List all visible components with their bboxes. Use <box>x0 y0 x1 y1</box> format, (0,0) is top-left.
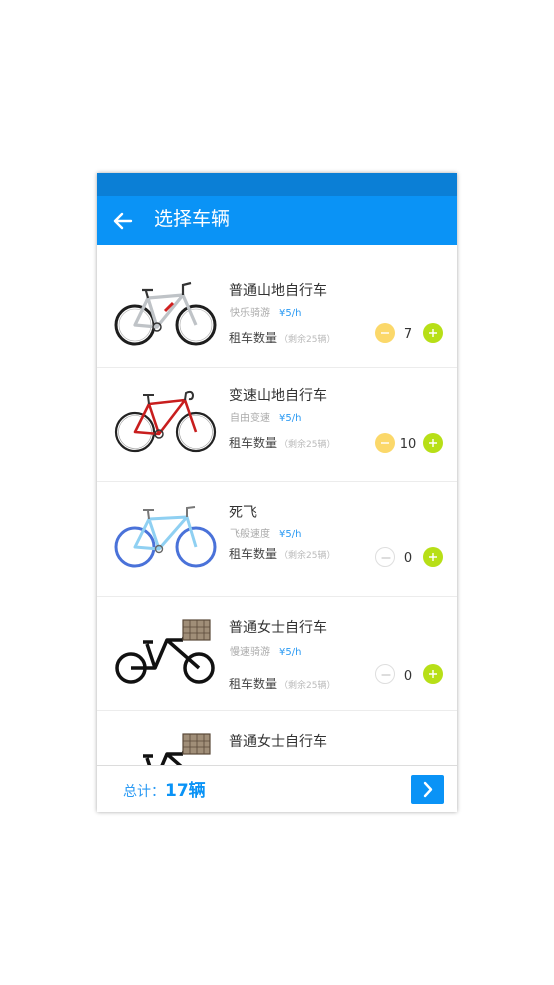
increase-button[interactable] <box>423 547 443 567</box>
vehicle-tagline: 自由变速 ¥5/h <box>230 413 301 425</box>
total-label: 总计： <box>123 784 165 800</box>
vehicle-tag: 快乐骑游 <box>230 308 270 319</box>
phone-frame: 选择车辆 普通山地自行车 快乐骑游 ¥5/h 租车数量 （剩余25辆） 7 变速… <box>97 173 457 812</box>
vehicle-item[interactable]: 普通山地自行车 快乐骑游 ¥5/h 租车数量 （剩余25辆） 7 <box>97 245 457 368</box>
minus-icon <box>381 442 389 444</box>
plus-icon <box>429 553 437 561</box>
quantity-value: 10 <box>399 437 417 452</box>
back-button[interactable] <box>111 209 135 233</box>
chevron-right-icon <box>423 781 433 798</box>
vehicle-list[interactable]: 普通山地自行车 快乐骑游 ¥5/h 租车数量 （剩余25辆） 7 变速山地自行车… <box>97 245 457 765</box>
plus-icon <box>429 329 437 337</box>
footer-bar: 总计：17辆 <box>97 765 457 812</box>
decrease-button[interactable] <box>375 547 395 567</box>
vehicle-tagline: 飞般速度 ¥5/h <box>230 529 301 541</box>
vehicle-price: ¥5/h <box>279 529 302 540</box>
arrow-left-icon <box>113 212 133 230</box>
quantity-value: 7 <box>403 327 413 342</box>
vehicle-tag: 自由变速 <box>230 413 270 424</box>
total-summary: 总计：17辆 <box>123 778 206 805</box>
bike-image <box>113 378 218 464</box>
total-count: 17辆 <box>165 781 206 801</box>
vehicle-name: 普通女士自行车 <box>229 734 327 750</box>
bike-image <box>113 724 218 765</box>
next-button[interactable] <box>411 775 444 804</box>
rental-quantity-label: 租车数量 （剩余25辆） <box>229 331 335 347</box>
app-bar: 选择车辆 <box>97 196 457 245</box>
quantity-value: 0 <box>403 669 413 684</box>
quantity-value: 0 <box>403 551 413 566</box>
quantity-label: 租车数量 <box>229 436 278 450</box>
remaining-stock: （剩余25辆） <box>279 681 336 691</box>
vehicle-item[interactable]: 死飞 飞般速度 ¥5/h 租车数量 （剩余25辆） 0 <box>97 482 457 597</box>
vehicle-name: 普通山地自行车 <box>229 283 327 299</box>
increase-button[interactable] <box>423 664 443 684</box>
vehicle-tag: 飞般速度 <box>230 529 270 540</box>
rental-quantity-label: 租车数量 （剩余25辆） <box>229 677 335 693</box>
increase-button[interactable] <box>423 433 443 453</box>
plus-icon <box>429 670 437 678</box>
vehicle-item[interactable]: 普通女士自行车 <box>97 711 457 765</box>
minus-icon <box>381 332 389 334</box>
bike-image <box>113 610 218 696</box>
quantity-label: 租车数量 <box>229 677 278 691</box>
quantity-label: 租车数量 <box>229 331 278 345</box>
rental-quantity-label: 租车数量 （剩余25辆） <box>229 436 335 452</box>
vehicle-tagline: 快乐骑游 ¥5/h <box>230 308 301 320</box>
minus-icon <box>381 557 391 559</box>
rental-quantity-label: 租车数量 （剩余25辆） <box>229 547 335 563</box>
vehicle-price: ¥5/h <box>279 413 302 424</box>
vehicle-name: 变速山地自行车 <box>229 388 327 404</box>
vehicle-name: 普通女士自行车 <box>229 620 327 636</box>
remaining-stock: （剩余25辆） <box>279 551 336 561</box>
bike-image <box>113 493 218 579</box>
vehicle-tag: 慢速骑游 <box>230 647 270 658</box>
vehicle-item[interactable]: 变速山地自行车 自由变速 ¥5/h 租车数量 （剩余25辆） 10 <box>97 368 457 482</box>
minus-icon <box>381 674 391 676</box>
vehicle-price: ¥5/h <box>279 308 302 319</box>
decrease-button[interactable] <box>375 433 395 453</box>
vehicle-tagline: 慢速骑游 ¥5/h <box>230 647 301 659</box>
bike-image <box>113 271 218 357</box>
plus-icon <box>429 439 437 447</box>
increase-button[interactable] <box>423 323 443 343</box>
status-bar <box>97 173 457 196</box>
remaining-stock: （剩余25辆） <box>279 440 336 450</box>
vehicle-price: ¥5/h <box>279 647 302 658</box>
quantity-label: 租车数量 <box>229 547 278 561</box>
vehicle-item[interactable]: 普通女士自行车 慢速骑游 ¥5/h 租车数量 （剩余25辆） 0 <box>97 597 457 711</box>
page-title: 选择车辆 <box>154 208 231 230</box>
decrease-button[interactable] <box>375 664 395 684</box>
vehicle-name: 死飞 <box>229 505 257 521</box>
remaining-stock: （剩余25辆） <box>279 335 336 345</box>
decrease-button[interactable] <box>375 323 395 343</box>
